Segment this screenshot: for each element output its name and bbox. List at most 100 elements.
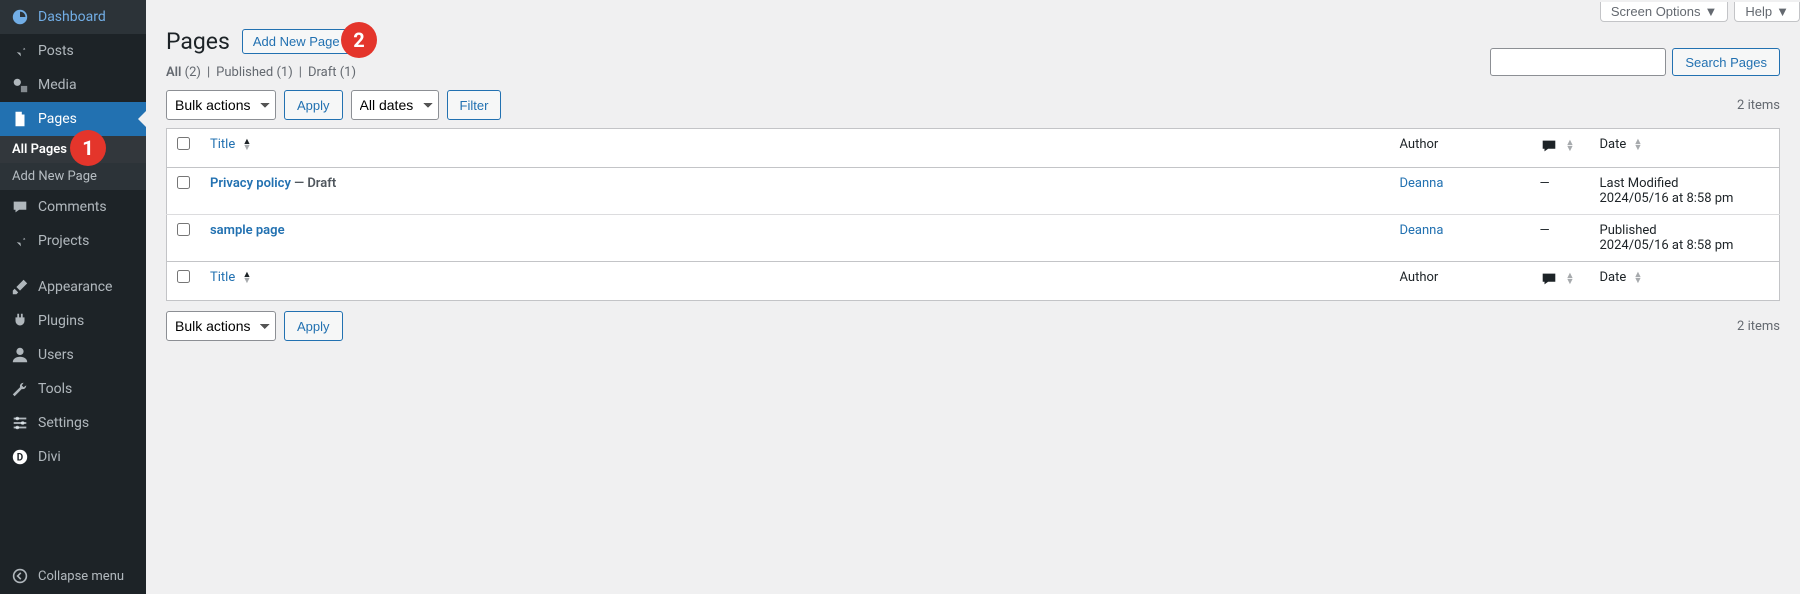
author-link[interactable]: Deanna	[1400, 176, 1444, 191]
sidebar-item-label: Media	[38, 77, 77, 93]
annotation-badge-2: 2	[341, 22, 377, 58]
filter-tab-published[interactable]: Published (1)	[216, 65, 293, 80]
sidebar-item-users[interactable]: Users	[0, 338, 146, 372]
search-input[interactable]	[1490, 48, 1666, 76]
sidebar-item-label: Settings	[38, 415, 89, 431]
search-pages-button[interactable]: Search Pages	[1672, 48, 1780, 76]
main-content: Screen Options ▼ Help ▼ Pages Add New Pa…	[146, 0, 1800, 594]
bulk-actions-select-bottom[interactable]: Bulk actions	[166, 311, 276, 341]
sidebar-subitem-label: All Pages	[12, 142, 67, 157]
comment-icon	[10, 197, 30, 217]
collapse-icon	[10, 566, 30, 586]
add-new-page-button[interactable]: Add New Page	[242, 29, 351, 54]
filter-tab-draft[interactable]: Draft (1)	[308, 65, 356, 80]
sidebar-item-appearance[interactable]: Appearance	[0, 270, 146, 304]
filter-tab-separator: |	[299, 65, 302, 80]
table-row: sample page Deanna — Published 2024/05/1…	[167, 215, 1780, 262]
date-cell: Published 2024/05/16 at 8:58 pm	[1590, 215, 1780, 262]
filter-tab-separator: |	[207, 65, 210, 80]
collapse-menu-label: Collapse menu	[38, 569, 124, 584]
page-icon	[10, 109, 30, 129]
column-footer-author[interactable]: Author	[1390, 262, 1530, 301]
filter-tab-all[interactable]: All (2)	[166, 65, 201, 80]
sidebar-item-media[interactable]: Media	[0, 68, 146, 102]
sidebar-item-label: Appearance	[38, 279, 112, 295]
items-count-bottom: 2 items	[1737, 319, 1780, 334]
annotation-badge-1: 1	[70, 130, 106, 166]
column-header-date[interactable]: Date ▲▼	[1590, 129, 1780, 168]
select-all-checkbox-bottom[interactable]	[177, 270, 190, 283]
collapse-menu-button[interactable]: Collapse menu	[0, 558, 146, 594]
sidebar-item-posts[interactable]: Posts	[0, 34, 146, 68]
sidebar-item-label: Pages	[38, 111, 77, 127]
page-status-suffix: — Draft	[291, 176, 336, 191]
sidebar-subitem-all-pages[interactable]: All Pages 1	[0, 136, 146, 163]
sidebar-item-label: Posts	[38, 43, 74, 59]
sidebar-item-projects[interactable]: Projects	[0, 224, 146, 258]
pin-icon	[10, 231, 30, 251]
brush-icon	[10, 277, 30, 297]
column-footer-title[interactable]: Title ▲▼	[200, 262, 1390, 301]
column-header-comments[interactable]: ▲▼	[1530, 129, 1590, 168]
apply-bulk-button[interactable]: Apply	[284, 90, 343, 120]
page-title-link[interactable]: sample page	[210, 223, 285, 238]
comment-icon	[1540, 137, 1558, 155]
filter-button[interactable]: Filter	[447, 90, 502, 120]
sidebar-item-dashboard[interactable]: Dashboard	[0, 0, 146, 34]
page-title-link[interactable]: Privacy policy	[210, 176, 291, 191]
sidebar-item-label: Users	[38, 347, 74, 363]
row-checkbox[interactable]	[177, 176, 190, 189]
sidebar-item-divi[interactable]: D Divi	[0, 440, 146, 474]
bulk-actions-select[interactable]: Bulk actions	[166, 90, 276, 120]
apply-bulk-button-bottom[interactable]: Apply	[284, 311, 343, 341]
column-header-author[interactable]: Author	[1390, 129, 1530, 168]
divi-icon: D	[10, 447, 30, 467]
sort-icon: ▲▼	[1633, 272, 1642, 284]
top-right-tabs: Screen Options ▼ Help ▼	[1600, 2, 1800, 22]
screen-options-button[interactable]: Screen Options ▼	[1600, 2, 1728, 22]
row-checkbox[interactable]	[177, 223, 190, 236]
date-filter-select[interactable]: All dates	[351, 90, 439, 120]
sidebar-item-plugins[interactable]: Plugins	[0, 304, 146, 338]
media-icon	[10, 75, 30, 95]
user-icon	[10, 345, 30, 365]
author-link[interactable]: Deanna	[1400, 223, 1444, 238]
pin-icon	[10, 41, 30, 61]
column-header-title[interactable]: Title ▲▼	[200, 129, 1390, 168]
sidebar-item-settings[interactable]: Settings	[0, 406, 146, 440]
chevron-down-icon: ▼	[1705, 4, 1718, 19]
sidebar-item-label: Dashboard	[38, 9, 106, 25]
sidebar-submenu-pages: All Pages 1 Add New Page	[0, 136, 146, 190]
sort-icon: ▲▼	[1633, 139, 1642, 151]
date-cell: Last Modified 2024/05/16 at 8:58 pm	[1590, 168, 1780, 215]
page-title: Pages	[166, 28, 230, 55]
plug-icon	[10, 311, 30, 331]
sort-icon: ▲▼	[1566, 273, 1575, 285]
sidebar-item-label: Projects	[38, 233, 89, 249]
sidebar-subitem-add-new-page[interactable]: Add New Page	[0, 163, 146, 190]
sidebar-item-pages[interactable]: Pages	[0, 102, 146, 136]
help-button[interactable]: Help ▼	[1734, 2, 1800, 22]
dashboard-icon	[10, 7, 30, 27]
sort-icon: ▲▼	[242, 139, 251, 151]
pages-table: Title ▲▼ Author ▲▼ Date	[166, 128, 1780, 301]
svg-text:D: D	[17, 453, 23, 464]
sidebar-item-label: Divi	[38, 449, 61, 465]
sort-icon: ▲▼	[1566, 140, 1575, 152]
comments-cell: —	[1530, 168, 1590, 215]
sidebar-item-label: Comments	[38, 199, 107, 215]
comments-cell: —	[1530, 215, 1590, 262]
table-row: Privacy policy — Draft Deanna — Last Mod…	[167, 168, 1780, 215]
items-count-top: 2 items	[1737, 98, 1780, 113]
column-footer-date[interactable]: Date ▲▼	[1590, 262, 1780, 301]
sidebar-item-comments[interactable]: Comments	[0, 190, 146, 224]
select-all-checkbox-top[interactable]	[177, 137, 190, 150]
sidebar-subitem-label: Add New Page	[12, 169, 97, 184]
sidebar-item-label: Plugins	[38, 313, 84, 329]
comment-icon	[1540, 270, 1558, 288]
admin-sidebar: Dashboard Posts Media Pages All Pages 1	[0, 0, 146, 594]
column-footer-comments[interactable]: ▲▼	[1530, 262, 1590, 301]
chevron-down-icon: ▼	[1776, 4, 1789, 19]
settings-icon	[10, 413, 30, 433]
sidebar-item-tools[interactable]: Tools	[0, 372, 146, 406]
